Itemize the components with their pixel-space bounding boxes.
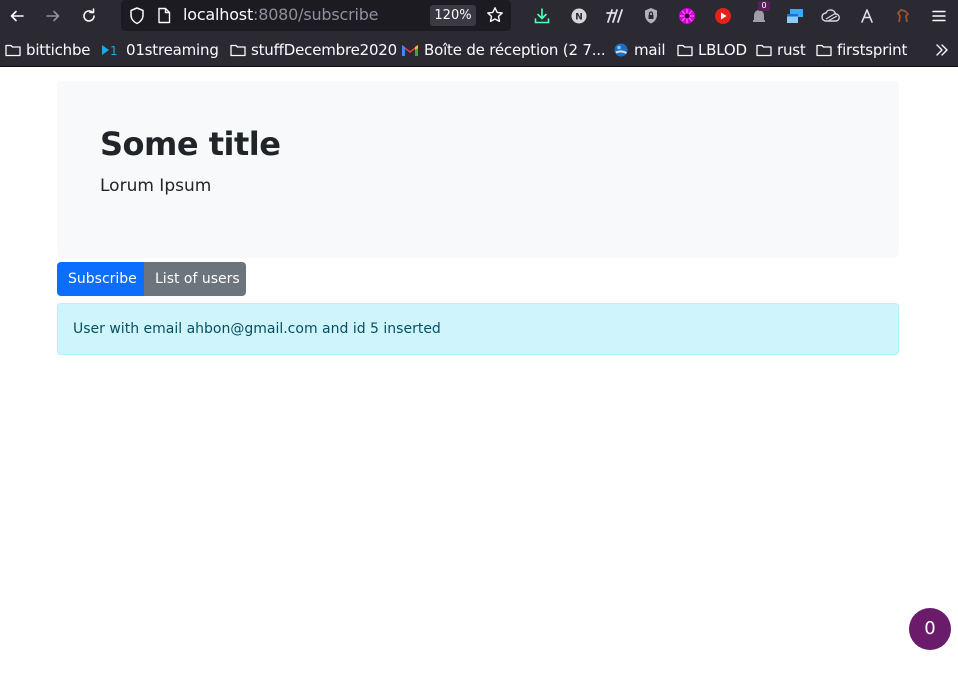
bookmark-star-icon[interactable] [486,6,504,28]
bookmark-label: stuffDecembre2020 [251,41,397,59]
url-text[interactable]: localhost:8080/subscribe [183,5,379,25]
folder-icon [756,44,772,57]
bookmark-label: firstsprint [837,41,908,59]
youtube-extension-icon[interactable] [712,5,734,27]
bookmark-label: 01streaming [126,41,219,59]
folder-icon [816,44,832,57]
bookmark-item[interactable]: Boîte de réception (2 7... [401,40,606,60]
bookmark-label: rust [777,41,806,59]
url-host: localhost [183,5,254,24]
address-bar[interactable]: localhost:8080/subscribe 120% [121,0,511,31]
window-extension-icon[interactable] [784,5,806,27]
folder-icon [230,44,246,57]
subscribe-button[interactable]: Subscribe [57,262,144,296]
bookmark-item[interactable]: rust [756,40,806,60]
extension-badge: 0 [758,1,770,11]
color-picker-extension-icon[interactable] [676,5,698,27]
gmail-icon [402,45,418,56]
tracking-shield-icon[interactable] [129,7,145,29]
folder-icon [677,44,693,57]
mail-globe-icon [614,43,628,57]
bookmark-label: mail [634,41,666,59]
alert-message: User with email ahbon@gmail.com and id 5… [73,321,441,337]
chevron-double-right-icon[interactable] [934,42,950,62]
svg-text:N: N [575,12,583,22]
bookmark-label: LBLOD [698,41,747,59]
page-title: Some title [100,125,281,163]
bookmark-label: bittichbe [26,41,91,59]
folder-icon [5,44,21,57]
downloads-icon[interactable] [531,5,553,27]
bookmark-item[interactable]: firstsprint [816,40,907,60]
bookmark-item[interactable]: LBLOD [677,40,747,60]
reload-icon[interactable] [77,4,101,28]
back-arrow-icon[interactable] [5,4,29,28]
cloud-extension-icon[interactable] [820,5,842,27]
lock-extension-icon[interactable] [640,5,662,27]
svg-text:1: 1 [110,44,117,57]
notification-extension-icon[interactable]: 0 [748,1,770,27]
browser-toolbar: localhost:8080/subscribe 120% N 0 [0,0,958,32]
bookmark-item[interactable]: mail [613,40,666,60]
notion-extension-icon[interactable]: N [568,5,590,27]
bookmarks-bar: bittichbe 1 01streaming stuffDecembre202… [0,32,958,67]
streaming-icon: 1 [102,44,118,57]
bookmark-label: Boîte de réception (2 7... [424,41,606,59]
page-lead-text: Lorum Ipsum [100,176,212,196]
hamburger-menu-icon[interactable] [928,5,950,27]
zotero-extension-icon[interactable] [604,5,626,27]
floating-counter-button[interactable]: 0 [909,608,951,650]
bookmark-item[interactable]: 1 01streaming [101,40,219,60]
list-users-button[interactable]: List of users [144,262,246,296]
horse-extension-icon[interactable] [892,5,914,27]
nav-button-group: Subscribe List of users [57,262,246,296]
success-alert: User with email ahbon@gmail.com and id 5… [57,303,899,355]
bookmark-item[interactable]: stuffDecembre2020 [230,40,397,60]
forward-arrow-icon[interactable] [41,4,65,28]
url-path: :8080/subscribe [253,5,379,24]
zoom-level-badge[interactable]: 120% [430,5,476,26]
profile-extension-icon[interactable] [856,5,878,27]
bookmark-item[interactable]: bittichbe [5,40,91,60]
page-info-icon[interactable] [157,7,171,28]
jumbotron: Some title Lorum Ipsum [57,81,899,258]
